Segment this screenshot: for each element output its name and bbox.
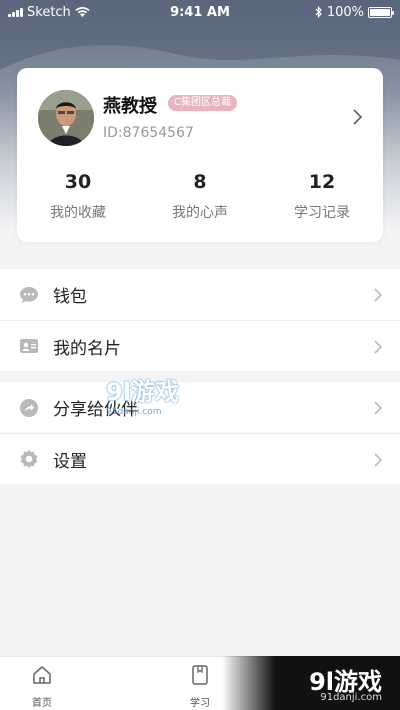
wifi-icon (75, 6, 90, 17)
profile-screen: Sketch 9:41 AM 100% 燕教授 C集团区总裁 ID:876545… (0, 0, 400, 710)
share-icon (19, 398, 39, 418)
study-icon (192, 665, 208, 685)
tab-study[interactable]: 学习 (170, 664, 230, 709)
menu-item-share-label: 分享给伙伴 (53, 400, 138, 420)
role-badge: C集团区总裁 (168, 95, 237, 111)
stat-study-records-label: 学习记录 (294, 205, 350, 221)
chevron-right-icon (374, 288, 383, 302)
battery-icon (368, 6, 394, 18)
bluetooth-icon (315, 6, 322, 18)
chat-bubble-icon (19, 285, 39, 305)
profile-chevron-right-icon[interactable] (351, 108, 365, 126)
id-card-icon (19, 336, 39, 356)
stat-study-records-value: 12 (308, 171, 336, 193)
stat-favorites-label: 我的收藏 (50, 205, 106, 221)
chevron-right-icon (374, 401, 383, 415)
status-time: 9:41 AM (170, 4, 230, 20)
menu-item-wallet[interactable]: 钱包 (0, 269, 400, 320)
stat-voices-label: 我的心声 (172, 205, 228, 221)
status-right: 100% (252, 4, 394, 20)
status-left: Sketch (8, 5, 148, 20)
home-icon (33, 666, 51, 684)
menu-item-share[interactable]: 分享给伙伴 (0, 382, 400, 433)
tab-home-label: 首页 (32, 698, 52, 709)
chevron-right-icon (374, 453, 383, 467)
stat-study-records[interactable]: 12 学习记录 (261, 170, 383, 222)
tab-home[interactable]: 首页 (12, 664, 72, 709)
menu-item-business-card[interactable]: 我的名片 (0, 320, 400, 371)
profile-id: ID:87654567 (103, 125, 194, 141)
chevron-right-icon (374, 340, 383, 354)
menu-item-settings-label: 设置 (53, 451, 87, 472)
signal-icon (8, 7, 23, 17)
stat-favorites-value: 30 (64, 171, 92, 193)
watermark-corner: 9l游戏 91danji.com (222, 656, 400, 710)
watermark-corner-site: 91danji.com (320, 692, 382, 703)
menu-item-business-card-label: 我的名片 (53, 338, 121, 359)
menu-item-wallet-label: 钱包 (53, 287, 87, 307)
battery-percent: 100% (326, 4, 364, 20)
profile-name: 燕教授 (103, 96, 157, 117)
status-bar: Sketch 9:41 AM 100% (0, 0, 400, 24)
menu-group-other: 分享给伙伴 设置 (0, 382, 400, 484)
stat-favorites[interactable]: 30 我的收藏 (17, 170, 139, 222)
profile-stats: 30 我的收藏 8 我的心声 12 学习记录 (17, 170, 383, 222)
menu-group-account: 钱包 我的名片 (0, 269, 400, 371)
gear-icon (19, 449, 39, 469)
avatar-photo (38, 90, 94, 146)
tab-study-label: 学习 (190, 698, 210, 709)
profile-card[interactable]: 燕教授 C集团区总裁 ID:87654567 30 我的收藏 8 我的心声 12… (17, 68, 383, 242)
stat-voices[interactable]: 8 我的心声 (139, 170, 261, 222)
carrier-label: Sketch (27, 4, 71, 20)
menu-item-settings[interactable]: 设置 (0, 433, 400, 484)
avatar[interactable] (38, 90, 94, 146)
stat-voices-value: 8 (193, 171, 207, 193)
